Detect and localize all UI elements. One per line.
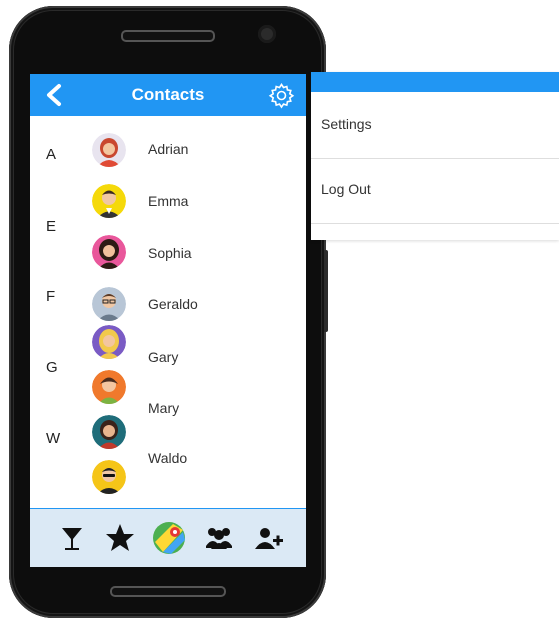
section-letter-w: W [46,430,61,447]
contact-item[interactable] [92,460,302,496]
tab-drinks[interactable] [54,520,90,556]
avatar [92,370,126,404]
contact-name: Geraldo [148,296,198,312]
menu-item-label: Settings [321,116,372,132]
man-avatar-icon [92,184,126,218]
star-icon [106,524,134,551]
avatar [92,133,126,167]
menu-item-logout[interactable]: Log Out [311,159,559,224]
woman-avatar-icon [92,235,126,269]
front-camera [258,25,276,43]
man-sunglasses-avatar-icon [92,460,126,494]
tab-favorites[interactable] [102,520,138,556]
menu-item-label: Log Out [321,181,371,197]
man-glasses-avatar-icon [92,287,126,321]
back-arrow-icon [47,84,61,106]
section-letter-f: F [46,288,56,305]
phone-side-button [324,250,328,332]
back-button[interactable] [40,80,70,110]
woman-blonde-avatar-icon [92,325,126,359]
map-icon [153,522,185,554]
contact-name: Adrian [148,141,189,157]
bottom-speaker [110,586,226,597]
contact-item[interactable]: Mary [92,370,302,416]
overflow-menu: Settings Log Out [311,72,559,240]
woman-avatar-icon [92,370,126,404]
avatar [92,415,126,449]
tab-add-contact[interactable] [251,520,287,556]
avatar [92,287,126,321]
phone-frame: Contacts A E F G W Adrian Emma Sophia Ge… [9,6,326,618]
contact-item[interactable]: Sophia [92,235,302,271]
app-header: Contacts [30,74,306,116]
contact-list: A E F G W Adrian Emma Sophia Geraldo Gar… [30,116,306,508]
contact-item[interactable]: Emma [92,184,302,220]
gear-icon [268,83,295,109]
section-letter-e: E [46,218,57,235]
contact-item[interactable]: Gary [92,325,302,365]
earpiece-speaker [121,30,215,42]
tab-maps[interactable] [151,520,187,556]
woman-avatar-icon [92,415,126,449]
page-title: Contacts [131,85,205,104]
menu-item-settings[interactable]: Settings [311,94,559,159]
cocktail-glass-icon [62,528,82,550]
app-screen: Contacts A E F G W Adrian Emma Sophia Ge… [30,74,306,567]
section-letter-g: G [46,359,58,376]
avatar [92,325,126,359]
contact-name: Sophia [148,245,192,261]
group-icon [206,528,232,549]
contact-item[interactable]: Geraldo [92,287,302,323]
tab-groups[interactable] [201,520,237,556]
menu-header-bar [311,72,559,92]
contact-name: Gary [148,349,179,365]
add-user-icon [255,528,283,549]
avatar [92,184,126,218]
woman-avatar-icon [92,133,126,167]
contact-item[interactable]: Waldo [92,415,302,466]
section-letter-a: A [46,146,57,163]
bottom-tab-bar [30,508,306,567]
contact-item[interactable]: Adrian [92,133,302,169]
contact-name: Emma [148,193,189,209]
avatar [92,460,126,494]
avatar [92,235,126,269]
settings-button[interactable] [268,82,295,109]
contact-name: Mary [148,400,180,416]
